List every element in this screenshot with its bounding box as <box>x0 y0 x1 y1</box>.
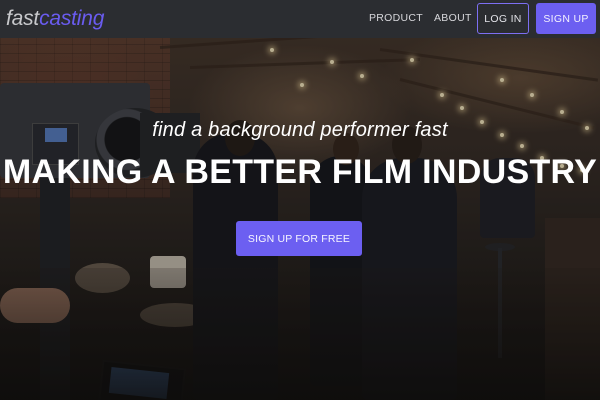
hero-headline: MAKING A BETTER FILM INDUSTRY <box>2 153 598 191</box>
login-button[interactable]: LOG IN <box>477 3 529 34</box>
nav-link-about[interactable]: ABOUT <box>434 12 472 24</box>
hero-tagline: find a background performer fast <box>152 119 448 141</box>
fastcasting-logo[interactable]: fastcasting <box>6 6 104 32</box>
hero-background-photo <box>0 38 600 400</box>
dark-overlay <box>0 38 600 400</box>
nav-link-product[interactable]: PRODUCT <box>369 12 423 24</box>
signup-button[interactable]: SIGN UP <box>536 3 596 34</box>
signup-free-button[interactable]: SIGN UP FOR FREE <box>236 221 362 256</box>
logo-text-fast: fast <box>6 7 40 30</box>
top-navbar: fastcasting PRODUCT ABOUT LOG IN SIGN UP <box>0 0 600 38</box>
logo-text-casting: casting <box>39 7 105 30</box>
